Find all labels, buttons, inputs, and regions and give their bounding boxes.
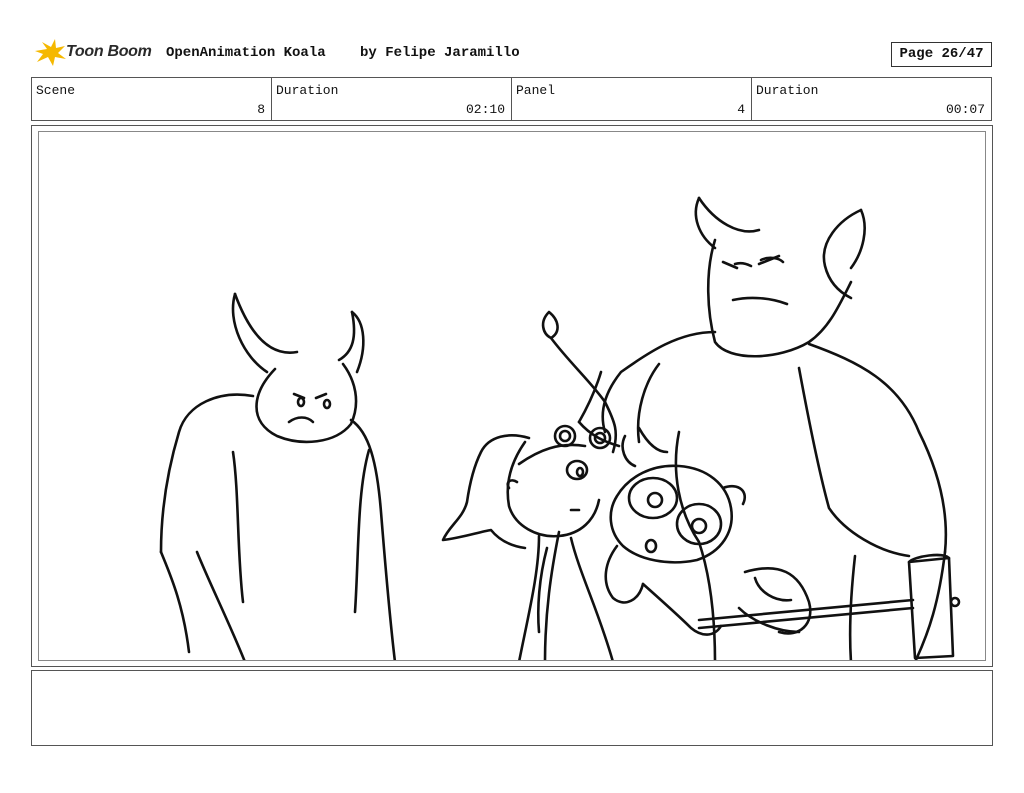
panel-drawing-area: [38, 131, 986, 661]
scene-value: 8: [257, 102, 265, 117]
scene-cell: Scene 8: [32, 78, 272, 120]
panel-value: 4: [737, 102, 745, 117]
info-row: Scene 8 Duration 02:10 Panel 4 Duration …: [31, 77, 992, 121]
panel-duration-cell: Duration 00:07: [752, 78, 991, 120]
scene-duration-cell: Duration 02:10: [272, 78, 512, 120]
left-horned-figure: [159, 292, 397, 660]
panel-label: Panel: [516, 83, 556, 98]
project-title: OpenAnimation Koala: [166, 45, 326, 61]
toon-boom-logo: Toon Boom: [33, 38, 158, 68]
panel-frame: [31, 125, 993, 667]
panel-duration-label: Duration: [756, 83, 819, 98]
logo-text: Toon Boom: [66, 43, 152, 60]
logo-burst-icon: [35, 39, 66, 66]
panel-cell: Panel 4: [512, 78, 752, 120]
page-number: Page 26/47: [891, 42, 992, 67]
scene-duration-value: 02:10: [465, 102, 505, 117]
scene-label: Scene: [36, 83, 76, 98]
right-horned-figure: [601, 196, 948, 660]
project-author: by Felipe Jaramillo: [360, 45, 520, 61]
scene-duration-label: Duration: [276, 83, 339, 98]
girl-character: [441, 310, 621, 660]
hammer: [697, 553, 961, 660]
storyboard-sketch: [159, 196, 961, 660]
notes-box: [31, 670, 993, 746]
panel-duration-value: 00:07: [945, 102, 985, 117]
